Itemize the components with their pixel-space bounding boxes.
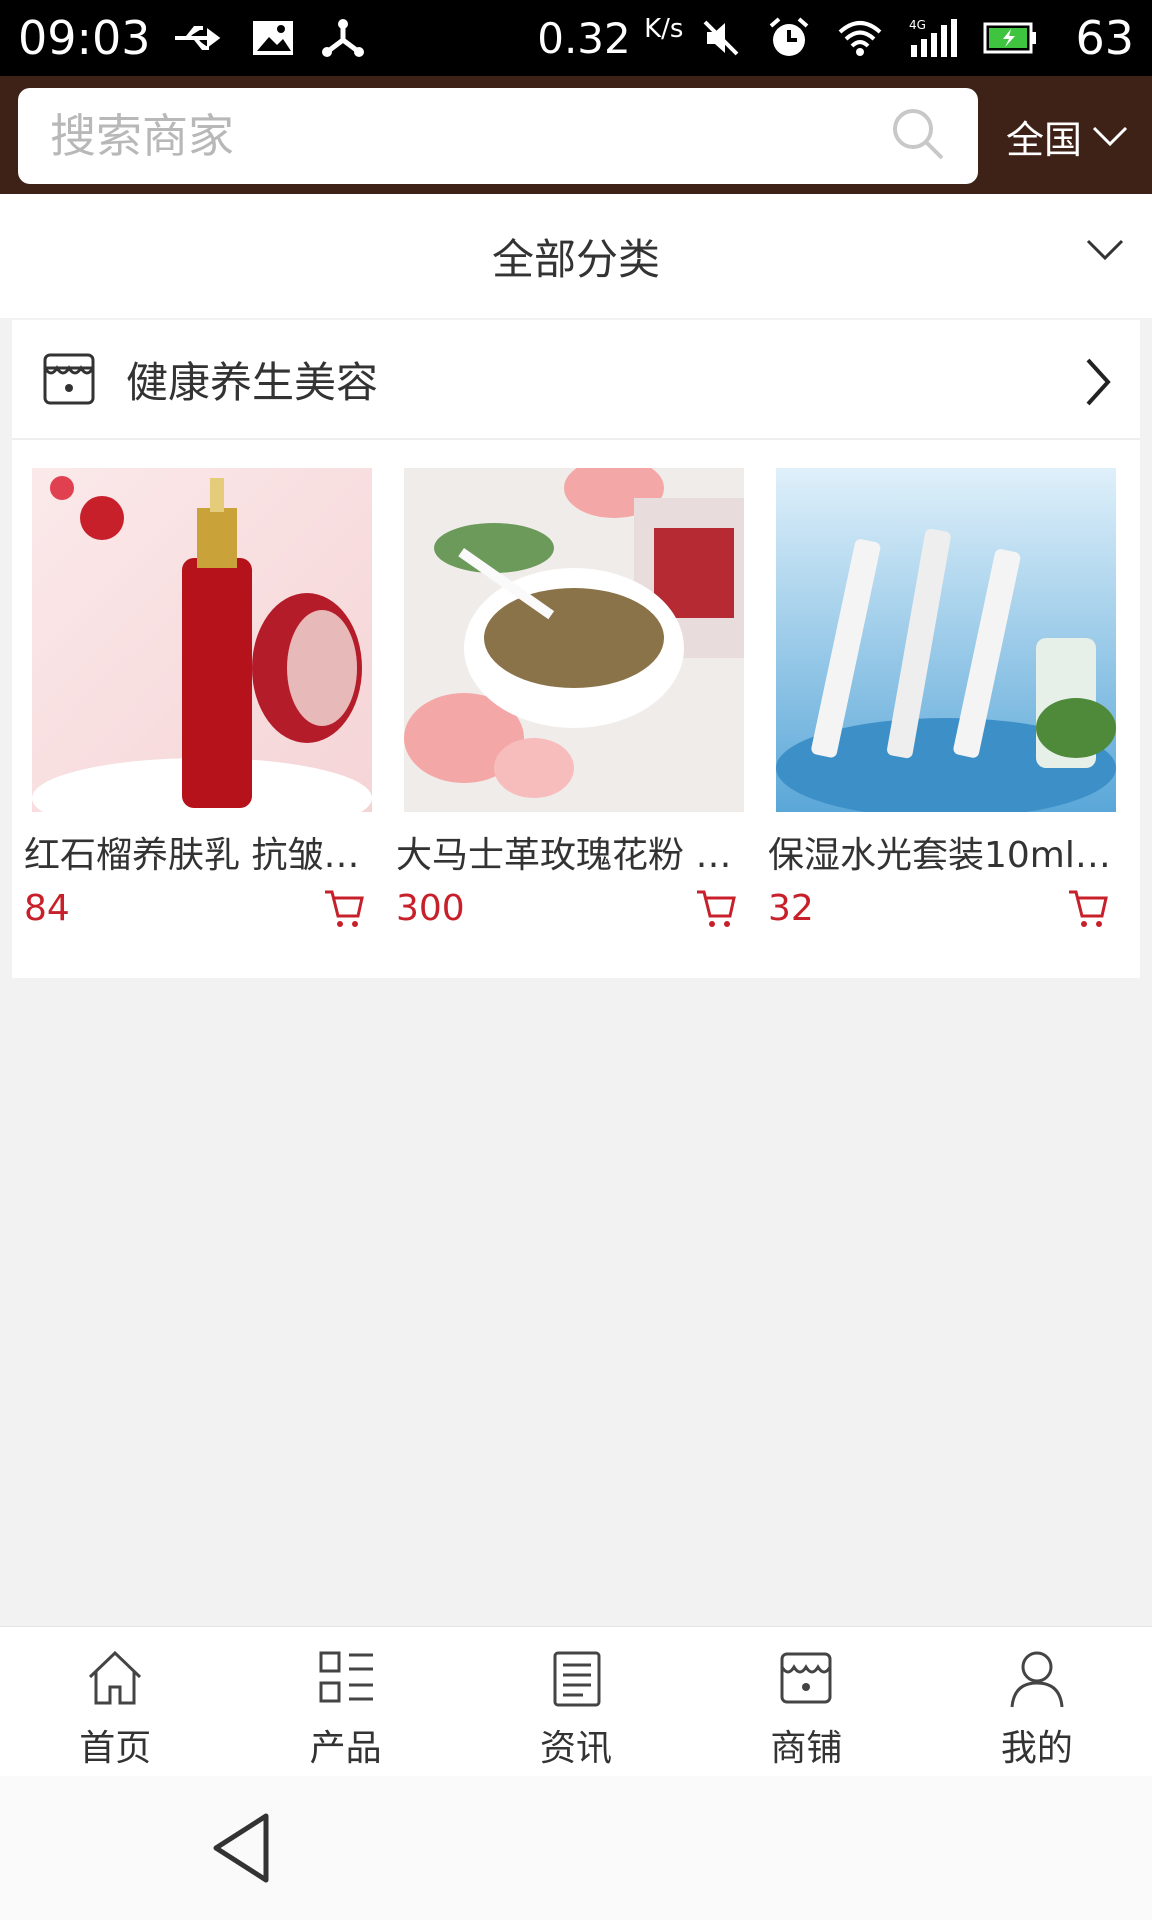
section-header[interactable]: 健康养生美容 [12,320,1140,440]
back-icon[interactable] [206,1808,276,1888]
alarm-icon [767,16,811,60]
home-icon [89,1650,142,1705]
system-nav-bar [0,1776,1152,1920]
svg-text:4G: 4G [909,18,926,32]
product-name[interactable]: 大马士革玫瑰花粉 … [396,826,746,878]
product-name[interactable]: 红石榴养肤乳 抗皱… [24,826,374,878]
category-label: 全部分类 [491,234,660,284]
product-card[interactable]: 保湿水光套装10ml… 32 [768,460,1118,960]
product-card[interactable]: 红石榴养肤乳 抗皱… 84 [24,460,374,960]
share-icon [321,16,365,60]
region-label: 全国 [1006,117,1083,162]
nav-label: 资讯 [540,1728,613,1769]
mute-icon [701,16,741,60]
product-price: 84 [24,888,70,929]
product-price: 32 [768,888,814,929]
cart-icon[interactable] [1066,886,1110,930]
product-price: 300 [396,888,465,929]
signal-4g-icon: 4G [909,16,958,60]
usb-icon [173,16,225,60]
image-icon [251,16,295,60]
category-section: 健康养生美容 红石榴养肤乳 抗皱… 84 大马士革玫瑰花粉 … 300 保湿水光… [12,320,1140,978]
nav-item-news[interactable]: 资讯 [461,1627,691,1777]
nav-label: 商铺 [770,1728,843,1769]
nav-item-home[interactable]: 首页 [0,1627,230,1777]
nav-item-shops[interactable]: 商铺 [691,1627,921,1777]
cart-icon[interactable] [322,886,366,930]
nav-label: 我的 [1000,1728,1073,1769]
shop-icon [780,1652,832,1704]
chevron-right-icon [1086,358,1111,406]
chevron-down-icon [1092,126,1128,147]
network-speed: 0.32 K/s [537,13,684,63]
product-image[interactable] [32,468,372,812]
search-box[interactable] [18,88,978,184]
search-icon[interactable] [888,104,948,168]
product-list: 红石榴养肤乳 抗皱… 84 大马士革玫瑰花粉 … 300 保湿水光套装10ml…… [12,460,1140,960]
battery-percent: 63 [1075,11,1134,65]
chevron-down-icon [1086,239,1124,261]
wifi-icon [837,16,883,60]
user-icon [1010,1651,1064,1708]
product-image[interactable] [776,468,1116,812]
product-image[interactable] [404,468,744,812]
category-dropdown[interactable]: 全部分类 [0,194,1152,318]
nav-label: 首页 [79,1728,152,1769]
section-title: 健康养生美容 [126,357,379,407]
cart-icon[interactable] [694,886,738,930]
status-time: 09:03 [18,11,151,65]
news-icon [553,1651,601,1707]
nav-label: 产品 [309,1728,382,1769]
header: 全国 [0,76,1152,194]
search-input[interactable] [48,108,888,164]
nav-item-products[interactable]: 产品 [230,1627,460,1777]
region-selector[interactable]: 全国 [1006,106,1130,166]
status-bar: 09:03 0.32 K/s 4G 63 [0,0,1152,76]
product-name[interactable]: 保湿水光套装10ml… [768,826,1118,878]
product-card[interactable]: 大马士革玫瑰花粉 … 300 [396,460,746,960]
grid-list-icon [319,1651,373,1703]
battery-icon [983,16,1039,60]
nav-item-me[interactable]: 我的 [922,1627,1152,1777]
shop-icon [43,353,95,405]
bottom-nav: 首页 产品 资讯 商铺 我的 [0,1626,1152,1777]
